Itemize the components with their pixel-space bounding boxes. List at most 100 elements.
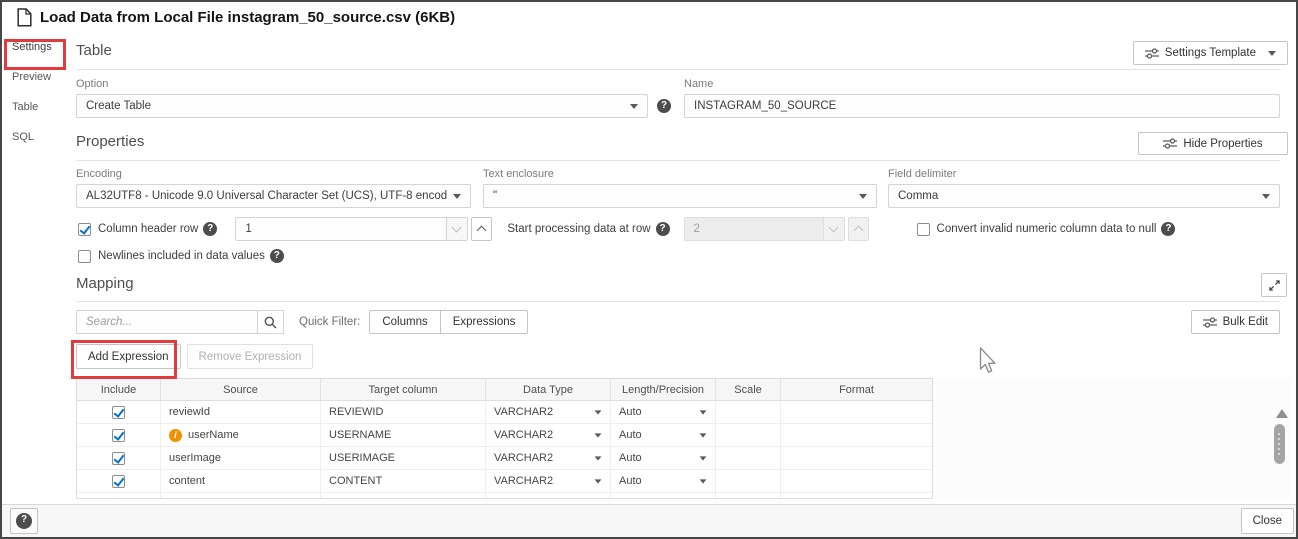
include-checkbox[interactable] — [112, 429, 125, 442]
datatype-dropdown[interactable]: VARCHAR2 — [486, 424, 611, 447]
help-icon[interactable] — [270, 249, 284, 263]
datatype-dropdown[interactable]: VARCHAR2 — [486, 493, 611, 499]
chevron-down-icon — [700, 410, 707, 414]
column-header-row-spinner — [235, 217, 492, 241]
col-header-scale[interactable]: Scale — [716, 379, 781, 401]
length-dropdown[interactable]: Auto — [611, 493, 716, 499]
search-button[interactable] — [257, 310, 284, 334]
format-cell[interactable] — [781, 493, 932, 499]
scale-cell[interactable] — [716, 424, 781, 447]
name-input[interactable] — [684, 94, 1280, 118]
expression-buttons-row: Add Expression Remove Expression — [76, 344, 313, 369]
include-checkbox[interactable] — [112, 498, 125, 500]
target-cell[interactable]: CONTENT — [321, 470, 486, 493]
target-cell[interactable]: REVIEWID — [321, 401, 486, 424]
table-row: content CONTENT VARCHAR2 Auto — [77, 470, 932, 493]
length-dropdown[interactable]: Auto — [611, 424, 716, 447]
encoding-field-group: Encoding AL32UTF8 - Unicode 9.0 Universa… — [76, 168, 471, 208]
field-delimiter-value: Comma — [898, 190, 938, 202]
filter-expressions-button[interactable]: Expressions — [440, 311, 528, 333]
newlines-checkbox[interactable] — [78, 250, 91, 263]
target-cell[interactable]: SCORE — [321, 493, 486, 499]
bulk-edit-button[interactable]: Bulk Edit — [1191, 310, 1280, 334]
col-header-datatype[interactable]: Data Type — [486, 379, 611, 401]
scale-cell[interactable] — [716, 447, 781, 470]
sidebar-item-table[interactable]: Table — [2, 92, 64, 122]
col-header-include[interactable]: Include — [77, 379, 161, 401]
help-icon[interactable] — [656, 222, 670, 236]
quick-filter-group: Columns Expressions — [369, 310, 528, 334]
target-cell[interactable]: USERNAME — [321, 424, 486, 447]
format-cell[interactable] — [781, 424, 932, 447]
section-divider — [76, 160, 1280, 161]
scale-cell[interactable] — [716, 401, 781, 424]
start-processing-spinner — [684, 217, 869, 241]
scale-cell[interactable] — [716, 493, 781, 499]
format-cell[interactable] — [781, 470, 932, 493]
close-button[interactable]: Close — [1241, 508, 1294, 534]
datatype-dropdown[interactable]: VARCHAR2 — [486, 447, 611, 470]
target-cell[interactable]: USERIMAGE — [321, 447, 486, 470]
column-header-row-input[interactable] — [235, 217, 447, 241]
source-cell: content — [161, 470, 321, 493]
datatype-dropdown[interactable]: VARCHAR2 — [486, 470, 611, 493]
col-header-source[interactable]: Source — [161, 379, 321, 401]
text-enclosure-value: " — [493, 190, 497, 202]
col-header-format[interactable]: Format — [781, 379, 932, 401]
table-row-partial: score SCORE VARCHAR2 Auto — [77, 493, 932, 499]
convert-invalid-checkbox[interactable] — [917, 223, 930, 236]
footer-help-button[interactable] — [10, 508, 38, 534]
chevron-down-icon — [595, 433, 602, 437]
table-row: userName USERNAME VARCHAR2 Auto — [77, 424, 932, 447]
datatype-dropdown[interactable]: VARCHAR2 — [486, 401, 611, 424]
include-checkbox[interactable] — [112, 475, 125, 488]
spinner-down-button[interactable] — [447, 217, 468, 241]
encoding-label: Encoding — [76, 168, 471, 180]
column-header-row-checkbox[interactable] — [78, 223, 91, 236]
spinner-up-button[interactable] — [471, 217, 492, 241]
option-dropdown[interactable]: Create Table — [76, 94, 648, 118]
sidebar-item-sql[interactable]: SQL — [2, 122, 64, 152]
hide-properties-label: Hide Properties — [1183, 138, 1262, 150]
sidebar-item-settings[interactable]: Settings — [2, 32, 64, 62]
col-header-length[interactable]: Length/Precision — [611, 379, 716, 401]
sidebar-item-preview[interactable]: Preview — [2, 62, 64, 92]
sidebar: Settings Preview Table SQL — [2, 32, 65, 505]
include-checkbox[interactable] — [112, 406, 125, 419]
chevron-down-icon — [595, 456, 602, 460]
help-icon[interactable] — [1161, 222, 1175, 236]
scrollbar-up-arrow-icon[interactable] — [1276, 409, 1288, 418]
help-icon[interactable] — [657, 99, 671, 113]
scrollbar-thumb[interactable] — [1274, 424, 1285, 464]
grid-side-panel — [933, 378, 1290, 499]
include-checkbox[interactable] — [112, 452, 125, 465]
length-dropdown[interactable]: Auto — [611, 447, 716, 470]
name-label: Name — [684, 78, 1280, 90]
hide-properties-button[interactable]: Hide Properties — [1138, 132, 1288, 155]
option-field-group: Option Create Table — [76, 78, 676, 118]
format-cell[interactable] — [781, 447, 932, 470]
table-row: reviewId REVIEWID VARCHAR2 Auto — [77, 401, 932, 424]
remove-expression-button: Remove Expression — [187, 344, 314, 369]
column-header-row-label: Column header row — [98, 223, 198, 235]
source-cell: userName — [161, 424, 321, 447]
scale-cell[interactable] — [716, 470, 781, 493]
help-icon[interactable] — [203, 222, 217, 236]
settings-template-button[interactable]: Settings Template — [1133, 41, 1288, 65]
length-dropdown[interactable]: Auto — [611, 401, 716, 424]
col-header-target[interactable]: Target column — [321, 379, 486, 401]
encoding-dropdown[interactable]: AL32UTF8 - Unicode 9.0 Universal Charact… — [76, 184, 471, 208]
filter-columns-button[interactable]: Columns — [370, 311, 439, 333]
search-input[interactable] — [76, 310, 258, 334]
text-enclosure-dropdown[interactable]: " — [483, 184, 877, 208]
expand-button[interactable] — [1261, 273, 1287, 297]
warning-icon[interactable] — [169, 429, 182, 442]
dialog-title: Load Data from Local File instagram_50_s… — [40, 9, 455, 26]
maximize-icon — [1269, 280, 1280, 291]
table-section-heading: Table — [76, 42, 112, 59]
format-cell[interactable] — [781, 401, 932, 424]
length-dropdown[interactable]: Auto — [611, 470, 716, 493]
field-delimiter-dropdown[interactable]: Comma — [888, 184, 1280, 208]
add-expression-button[interactable]: Add Expression — [76, 344, 181, 369]
properties-section-heading: Properties — [76, 133, 144, 150]
